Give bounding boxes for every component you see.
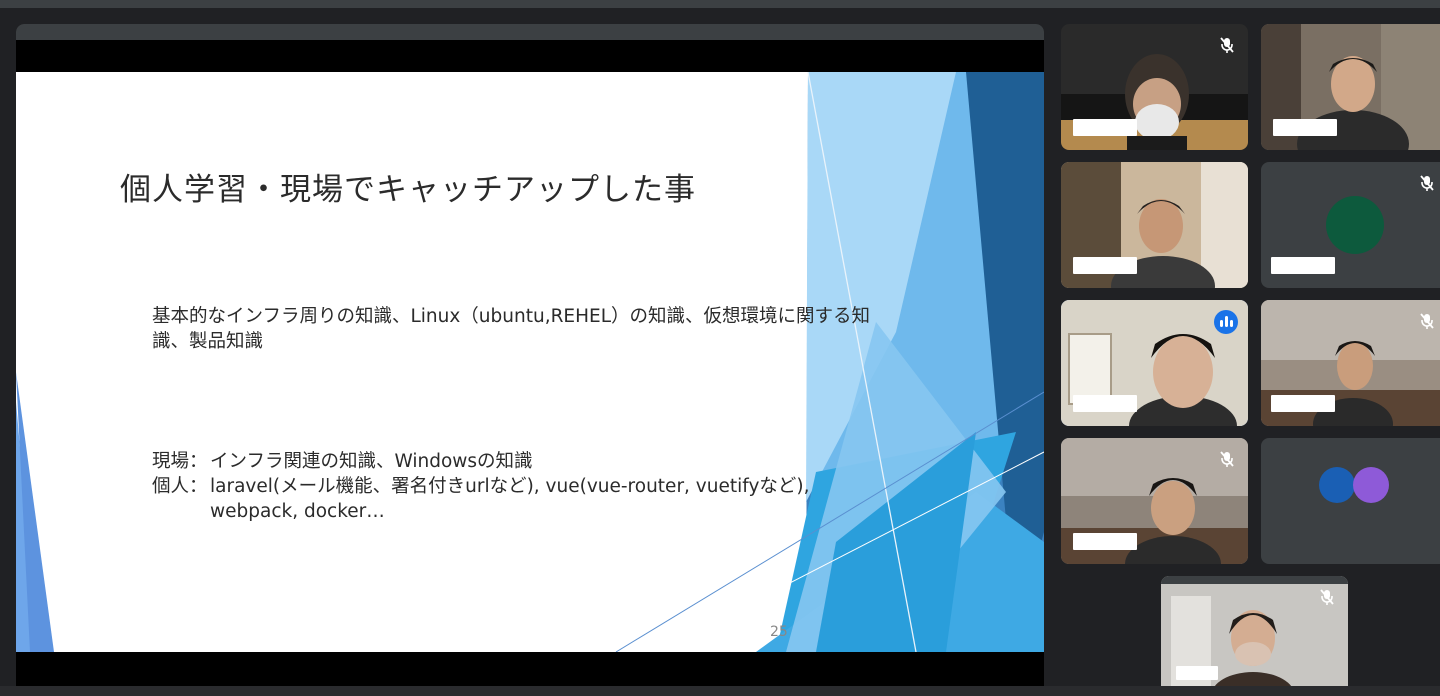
- participant-tile[interactable]: [1261, 438, 1440, 564]
- participant-tile[interactable]: [1261, 300, 1440, 426]
- participant-name: [1073, 395, 1137, 412]
- kojin-text-continued: webpack, docker…: [210, 501, 385, 522]
- slide-title: 個人学習・現場でキャッチアップした事: [120, 172, 696, 208]
- participant-name: [1073, 533, 1137, 550]
- slide-decoration: [16, 72, 1044, 652]
- mic-off-icon: [1420, 175, 1434, 191]
- participant-avatar: [1319, 467, 1355, 503]
- genba-text: インフラ関連の知識、Windowsの知識: [210, 451, 533, 472]
- genba-label: 現場：: [152, 451, 208, 472]
- slide-list: 現場： インフラ関連の知識、Windowsの知識 個人： laravel(メール…: [152, 449, 912, 524]
- participant-tile[interactable]: [1161, 576, 1348, 696]
- mic-off-icon: [1320, 589, 1334, 605]
- participant-tile[interactable]: [1261, 162, 1440, 288]
- participant-name: [1073, 119, 1137, 136]
- speaking-indicator-icon: [1214, 310, 1238, 334]
- presentation-frame: 個人学習・現場でキャッチアップした事 基本的なインフラ周りの知識、Linux（u…: [16, 24, 1044, 686]
- participant-tile[interactable]: [1261, 24, 1440, 150]
- slide-page-number: 25: [770, 624, 788, 640]
- participant-name: [1176, 666, 1218, 680]
- participant-tile[interactable]: [1061, 438, 1248, 564]
- kojin-text: laravel(メール機能、署名付きurlなど), vue(vue-router…: [210, 476, 810, 497]
- kojin-label: 個人：: [152, 476, 208, 497]
- participant-name: [1273, 119, 1337, 136]
- participant-tile[interactable]: [1061, 24, 1248, 150]
- presentation-header: [16, 24, 1044, 40]
- participant-avatar: [1353, 467, 1389, 503]
- mic-off-icon: [1220, 451, 1234, 467]
- participant-name: [1073, 257, 1137, 274]
- slide-paragraph: 基本的なインフラ周りの知識、Linux（ubuntu,REHEL）の知識、仮想環…: [152, 306, 871, 352]
- bottom-bar: [0, 686, 1440, 696]
- participant-tile-active[interactable]: [1061, 300, 1248, 426]
- slide: 個人学習・現場でキャッチアップした事 基本的なインフラ周りの知識、Linux（u…: [16, 72, 1044, 652]
- mic-off-icon: [1220, 37, 1234, 53]
- top-bar: [0, 0, 1440, 8]
- participant-tile[interactable]: [1061, 162, 1248, 288]
- participant-avatar: [1326, 196, 1384, 254]
- mic-off-icon: [1420, 313, 1434, 329]
- participant-name: [1271, 257, 1335, 274]
- participant-name: [1271, 395, 1335, 412]
